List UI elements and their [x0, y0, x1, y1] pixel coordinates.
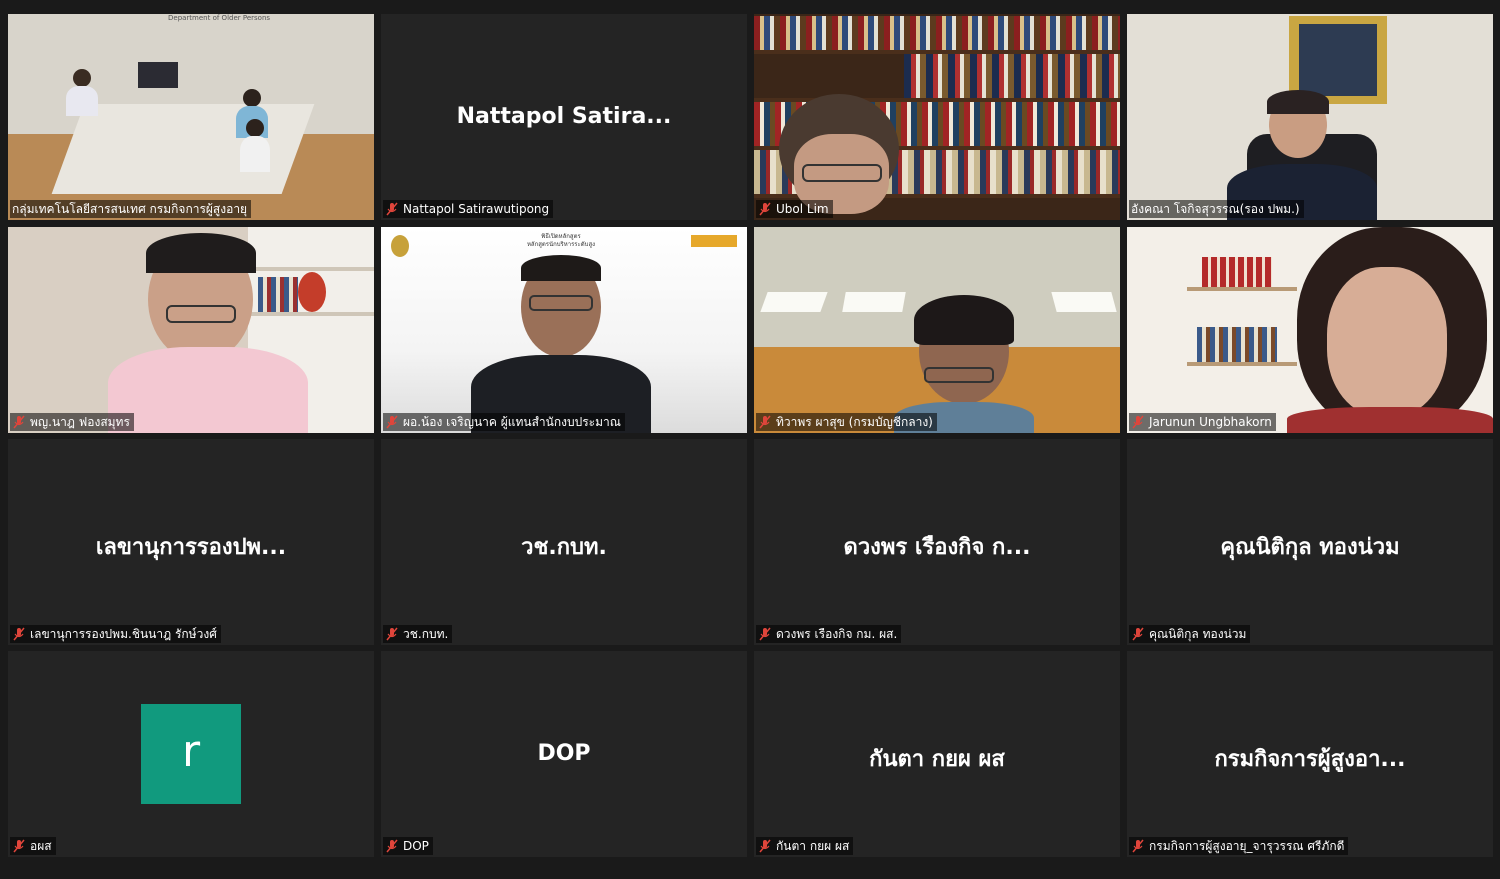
- mic-muted-icon: [1132, 839, 1144, 853]
- participant-tile-12[interactable]: คุณนิติกุล ทองน่วม คุณนิติกุล ทองน่วม: [1127, 439, 1493, 645]
- participant-display-name: วช.กบท.: [521, 535, 607, 560]
- participant-label: ทิวาพร ผาสุข (กรมบัญชีกลาง): [756, 413, 937, 431]
- mic-muted-icon: [759, 839, 771, 853]
- participant-name: อผส: [30, 839, 52, 853]
- mic-muted-icon: [13, 627, 25, 641]
- participant-tile-16[interactable]: กรมกิจการผู้สูงอา... กรมกิจการผู้สูงอายุ…: [1127, 651, 1493, 857]
- participant-name: พญ.นาฎ ฟองสมุทร: [30, 415, 130, 429]
- participant-tile-10[interactable]: วช.กบท. วช.กบท.: [381, 439, 747, 645]
- participant-display-name: คุณนิติกุล ทองน่วม: [1220, 535, 1400, 560]
- participant-name: คุณนิติกุล ทองน่วม: [1149, 627, 1247, 641]
- participant-label: Jarunun Ungbhakorn: [1129, 413, 1276, 431]
- banner-line-2: หลักสูตรนักบริหารระดับสูง: [526, 241, 596, 248]
- participant-label: ดวงพร เรืองกิจ กม. ผส.: [756, 625, 902, 643]
- participant-tile-3[interactable]: Ubol Lim: [754, 14, 1120, 220]
- gallery-grid: Department of Older Persons กลุ่มเทคโนโล…: [0, 0, 1500, 879]
- banner-background-video: พิธีเปิดหลักสูตร หลักสูตรนักบริหารระดับส…: [381, 227, 747, 433]
- banner-line-1: พิธีเปิดหลักสูตร: [541, 233, 581, 240]
- participant-label: กันตา กยผ ผส: [756, 837, 854, 855]
- participant-tile-15[interactable]: กันตา กยผ ผส กันตา กยผ ผส: [754, 651, 1120, 857]
- participant-name: วช.กบท.: [403, 627, 449, 641]
- participant-tile-6[interactable]: พิธีเปิดหลักสูตร หลักสูตรนักบริหารระดับส…: [381, 227, 747, 433]
- participant-display-name: กันตา กยผ ผส: [869, 747, 1005, 772]
- participant-tile-9[interactable]: เลขานุการรองปพ... เลขานุการรองปพม.ชินนาฎ…: [8, 439, 374, 645]
- participant-display-name: Nattapol Satira...: [456, 104, 672, 129]
- participant-label: Nattapol Satirawutipong: [383, 200, 554, 218]
- participant-tile-13[interactable]: r อผส: [8, 651, 374, 857]
- participant-name: เลขานุการรองปพม.ชินนาฎ รักษ์วงศ์: [30, 627, 217, 641]
- portrait-office-video: [1127, 14, 1493, 220]
- participant-tile-4[interactable]: อังคณา โจกิจสุวรรณ(รอง ปพม.): [1127, 14, 1493, 220]
- participant-avatar: r: [141, 704, 241, 804]
- participant-tile-7[interactable]: ทิวาพร ผาสุข (กรมบัญชีกลาง): [754, 227, 1120, 433]
- participant-tile-14[interactable]: DOP DOP: [381, 651, 747, 857]
- participant-display-name: เลขานุการรองปพ...: [95, 535, 287, 560]
- participant-name: กลุ่มเทคโนโลยีสารสนเทศ กรมกิจการผู้สูงอา…: [12, 202, 248, 216]
- mic-muted-icon: [386, 202, 398, 216]
- participant-name: ทิวาพร ผาสุข (กรมบัญชีกลาง): [776, 415, 933, 429]
- home-shelf-video: [8, 227, 374, 433]
- participant-label: คุณนิติกุล ทองน่วม: [1129, 625, 1251, 643]
- mic-muted-icon: [13, 415, 25, 429]
- participant-tile-5[interactable]: พญ.นาฎ ฟองสมุทร: [8, 227, 374, 433]
- mic-muted-icon: [1132, 627, 1144, 641]
- participant-label: อังคณา โจกิจสุวรรณ(รอง ปพม.): [1129, 200, 1304, 218]
- room-sign: Department of Older Persons: [168, 14, 271, 22]
- participant-name: Ubol Lim: [776, 202, 829, 216]
- participant-tile-8[interactable]: Jarunun Ungbhakorn: [1127, 227, 1493, 433]
- participant-label: Ubol Lim: [756, 200, 833, 218]
- participant-name: ดวงพร เรืองกิจ กม. ผส.: [776, 627, 898, 641]
- home-red-video: [1127, 227, 1493, 433]
- mic-muted-icon: [1132, 415, 1144, 429]
- participant-name: อังคณา โจกิจสุวรรณ(รอง ปพม.): [1131, 202, 1300, 216]
- participant-label: พญ.นาฎ ฟองสมุทร: [10, 413, 134, 431]
- mic-muted-icon: [386, 839, 398, 853]
- participant-name: กรมกิจการผู้สูงอายุ_จารุวรรณ ศรีภักดี: [1149, 839, 1345, 853]
- participant-name: ผอ.น้อง เจริญนาค ผู้แทนสำนักงบประมาณ: [403, 415, 621, 429]
- office-ceiling-video: [754, 227, 1120, 433]
- participant-display-name: DOP: [537, 741, 591, 766]
- meeting-room-video: Department of Older Persons: [8, 14, 374, 220]
- participant-label: อผส: [10, 837, 56, 855]
- participant-label: เลขานุการรองปพม.ชินนาฎ รักษ์วงศ์: [10, 625, 221, 643]
- mic-muted-icon: [759, 202, 771, 216]
- participant-display-name: ดวงพร เรืองกิจ ก...: [843, 535, 1031, 560]
- participant-label: ผอ.น้อง เจริญนาค ผู้แทนสำนักงบประมาณ: [383, 413, 625, 431]
- participant-name: Nattapol Satirawutipong: [403, 202, 550, 216]
- mic-muted-icon: [386, 415, 398, 429]
- participant-tile-2[interactable]: Nattapol Satira... Nattapol Satirawutipo…: [381, 14, 747, 220]
- participant-label: กรมกิจการผู้สูงอายุ_จารุวรรณ ศรีภักดี: [1129, 837, 1349, 855]
- participant-label: DOP: [383, 837, 433, 855]
- participant-name: กันตา กยผ ผส: [776, 839, 850, 853]
- participant-label: กลุ่มเทคโนโลยีสารสนเทศ กรมกิจการผู้สูงอา…: [10, 200, 252, 218]
- participant-name: Jarunun Ungbhakorn: [1149, 415, 1272, 429]
- bookshelf-video: [754, 14, 1120, 220]
- participant-label: วช.กบท.: [383, 625, 453, 643]
- mic-muted-icon: [759, 627, 771, 641]
- mic-muted-icon: [386, 627, 398, 641]
- participant-display-name: กรมกิจการผู้สูงอา...: [1214, 747, 1406, 772]
- participant-tile-11[interactable]: ดวงพร เรืองกิจ ก... ดวงพร เรืองกิจ กม. ผ…: [754, 439, 1120, 645]
- participant-tile-1[interactable]: Department of Older Persons กลุ่มเทคโนโล…: [8, 14, 374, 220]
- mic-muted-icon: [759, 415, 771, 429]
- participant-name: DOP: [403, 839, 429, 853]
- mic-muted-icon: [13, 839, 25, 853]
